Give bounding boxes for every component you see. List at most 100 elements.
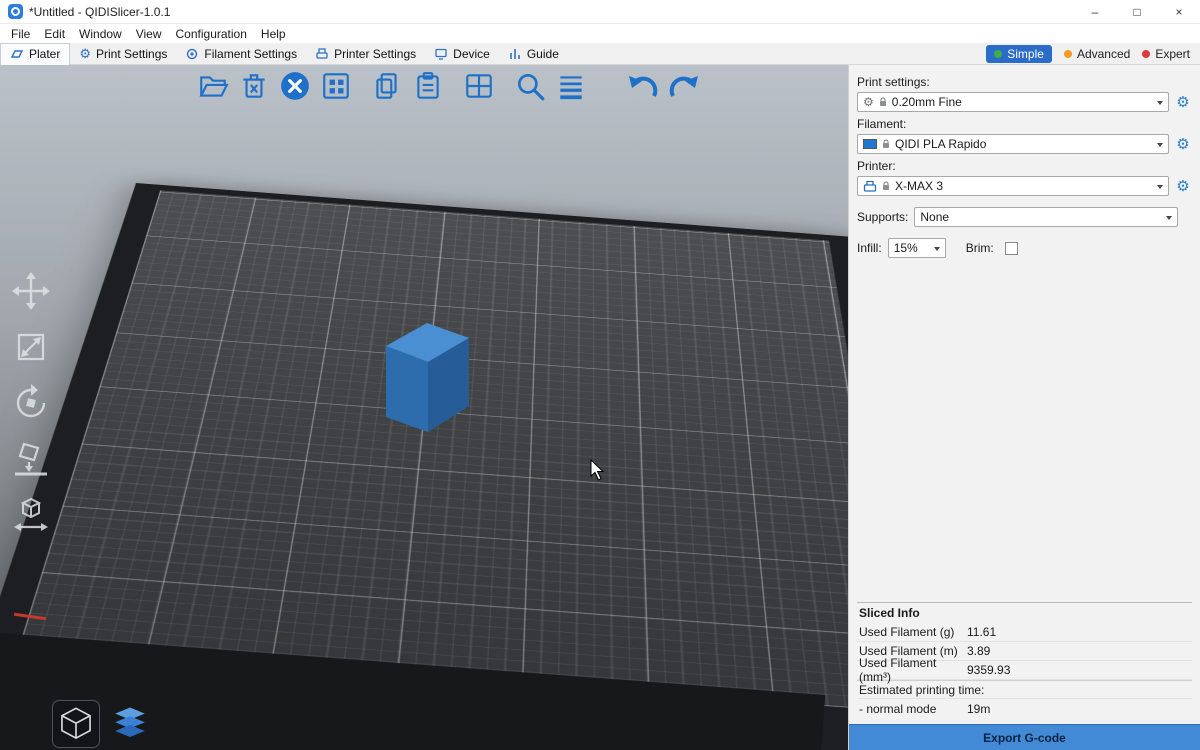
- move-tool-icon: [10, 270, 52, 312]
- plater-icon: [10, 47, 24, 61]
- brim-checkbox[interactable]: [1005, 242, 1018, 255]
- search-icon: [514, 70, 546, 102]
- delete-trash-icon: [238, 70, 270, 102]
- profile-gear-icon: ⚙: [863, 96, 874, 108]
- paste-button[interactable]: [411, 69, 445, 103]
- model-cube[interactable]: [380, 318, 475, 438]
- filament-color-swatch: [863, 139, 877, 149]
- tab-printer-settings[interactable]: Printer Settings: [306, 43, 425, 65]
- gizmo-toolbar: [10, 270, 52, 536]
- tab-guide[interactable]: Guide: [499, 43, 568, 65]
- edit-print-settings-button[interactable]: ⚙: [1174, 95, 1192, 110]
- menu-edit[interactable]: Edit: [37, 24, 72, 43]
- guide-icon: [508, 47, 522, 61]
- rotate-tool-button[interactable]: [10, 382, 52, 424]
- chevron-down-icon: [934, 247, 940, 254]
- printer-label: Printer:: [857, 159, 1192, 173]
- 3d-viewport[interactable]: [0, 65, 848, 750]
- menu-view[interactable]: View: [129, 24, 169, 43]
- settings-panel: Print settings: ⚙ 0.20mm Fine ⚙ Filament…: [848, 65, 1200, 750]
- tab-device[interactable]: Device: [425, 43, 499, 65]
- mode-simple-button[interactable]: Simple: [986, 45, 1052, 63]
- measure-tool-button[interactable]: [10, 494, 52, 536]
- chevron-down-icon: [1157, 101, 1163, 108]
- filament-combo[interactable]: QIDI PLA Rapido: [857, 134, 1169, 154]
- copy-icon: [371, 70, 403, 102]
- 3d-editor-view-icon: [57, 705, 95, 743]
- place-on-face-tool-icon: [10, 438, 52, 480]
- scale-tool-icon: [10, 326, 52, 368]
- menu-window[interactable]: Window: [72, 24, 129, 43]
- infill-combo[interactable]: 15%: [888, 238, 946, 258]
- preview-layers-icon: [110, 704, 150, 744]
- copy-button[interactable]: [370, 69, 404, 103]
- advanced-mode-dot-icon: [1064, 50, 1072, 58]
- sliced-info-row: Estimated printing time:: [857, 680, 1192, 699]
- edit-filament-button[interactable]: ⚙: [1174, 137, 1192, 152]
- scale-tool-button[interactable]: [10, 326, 52, 368]
- open-folder-icon: [197, 70, 229, 102]
- arrange-icon: [320, 70, 352, 102]
- lock-icon: [879, 97, 887, 107]
- plater-toolbar: [196, 69, 701, 103]
- print-settings-combo[interactable]: ⚙ 0.20mm Fine: [857, 92, 1169, 112]
- undo-button[interactable]: [626, 69, 660, 103]
- mode-expert-button[interactable]: Expert: [1142, 47, 1190, 61]
- open-file-button[interactable]: [196, 69, 230, 103]
- print-settings-label: Print settings:: [857, 75, 1192, 89]
- edit-printer-button[interactable]: ⚙: [1174, 179, 1192, 194]
- filament-spool-icon: [185, 47, 199, 61]
- measure-tool-icon: [10, 494, 52, 536]
- minimize-button[interactable]: –: [1074, 0, 1116, 24]
- export-gcode-button[interactable]: Export G-code: [849, 724, 1200, 750]
- supports-label: Supports:: [857, 210, 908, 224]
- split-to-objects-button[interactable]: [462, 69, 496, 103]
- printer-combo[interactable]: X-MAX 3: [857, 176, 1169, 196]
- mouse-cursor: [590, 459, 606, 483]
- build-plate-grid: [19, 190, 848, 712]
- supports-combo[interactable]: None: [914, 207, 1178, 227]
- search-button[interactable]: [513, 69, 547, 103]
- close-button[interactable]: ×: [1158, 0, 1200, 24]
- menu-help[interactable]: Help: [254, 24, 293, 43]
- redo-icon: [667, 69, 701, 103]
- chevron-down-icon: [1157, 143, 1163, 150]
- view-mode-switch: [52, 700, 154, 748]
- printer-icon: [315, 47, 329, 61]
- variable-layer-height-icon: [555, 70, 587, 102]
- tab-print-settings[interactable]: ⚙ Print Settings: [70, 43, 176, 65]
- sliced-info-panel: Sliced Info Used Filament (g) 11.61 Used…: [857, 602, 1192, 718]
- arrange-button[interactable]: [319, 69, 353, 103]
- chevron-down-icon: [1166, 216, 1172, 223]
- title-bar: *Untitled - QIDISlicer-1.0.1 – □ ×: [0, 0, 1200, 24]
- maximize-button[interactable]: □: [1116, 0, 1158, 24]
- lock-icon: [882, 139, 890, 149]
- infill-label: Infill:: [857, 241, 882, 255]
- menu-configuration[interactable]: Configuration: [169, 24, 254, 43]
- chevron-down-icon: [1157, 185, 1163, 192]
- menu-file[interactable]: File: [4, 24, 37, 43]
- tab-filament-settings[interactable]: Filament Settings: [176, 43, 306, 65]
- mode-advanced-button[interactable]: Advanced: [1064, 47, 1130, 61]
- variable-layer-height-button[interactable]: [554, 69, 588, 103]
- brim-label: Brim:: [966, 241, 994, 255]
- window-title: *Untitled - QIDISlicer-1.0.1: [29, 5, 170, 19]
- gear-icon: ⚙: [79, 47, 91, 60]
- expert-mode-dot-icon: [1142, 50, 1150, 58]
- delete-all-button[interactable]: [278, 69, 312, 103]
- paste-clipboard-icon: [412, 70, 444, 102]
- rotate-tool-icon: [10, 382, 52, 424]
- printer-icon: [863, 180, 877, 193]
- place-on-face-tool-button[interactable]: [10, 438, 52, 480]
- mode-switcher: Simple Advanced Expert: [986, 45, 1200, 63]
- preview-view-button[interactable]: [106, 700, 154, 748]
- simple-mode-dot-icon: [994, 50, 1002, 58]
- filament-label: Filament:: [857, 117, 1192, 131]
- sliced-info-row: - normal mode 19m: [857, 699, 1192, 718]
- delete-button[interactable]: [237, 69, 271, 103]
- move-tool-button[interactable]: [10, 270, 52, 312]
- tab-plater[interactable]: Plater: [0, 43, 70, 65]
- sliced-info-title: Sliced Info: [859, 606, 1192, 620]
- redo-button[interactable]: [667, 69, 701, 103]
- editor-view-button[interactable]: [52, 700, 100, 748]
